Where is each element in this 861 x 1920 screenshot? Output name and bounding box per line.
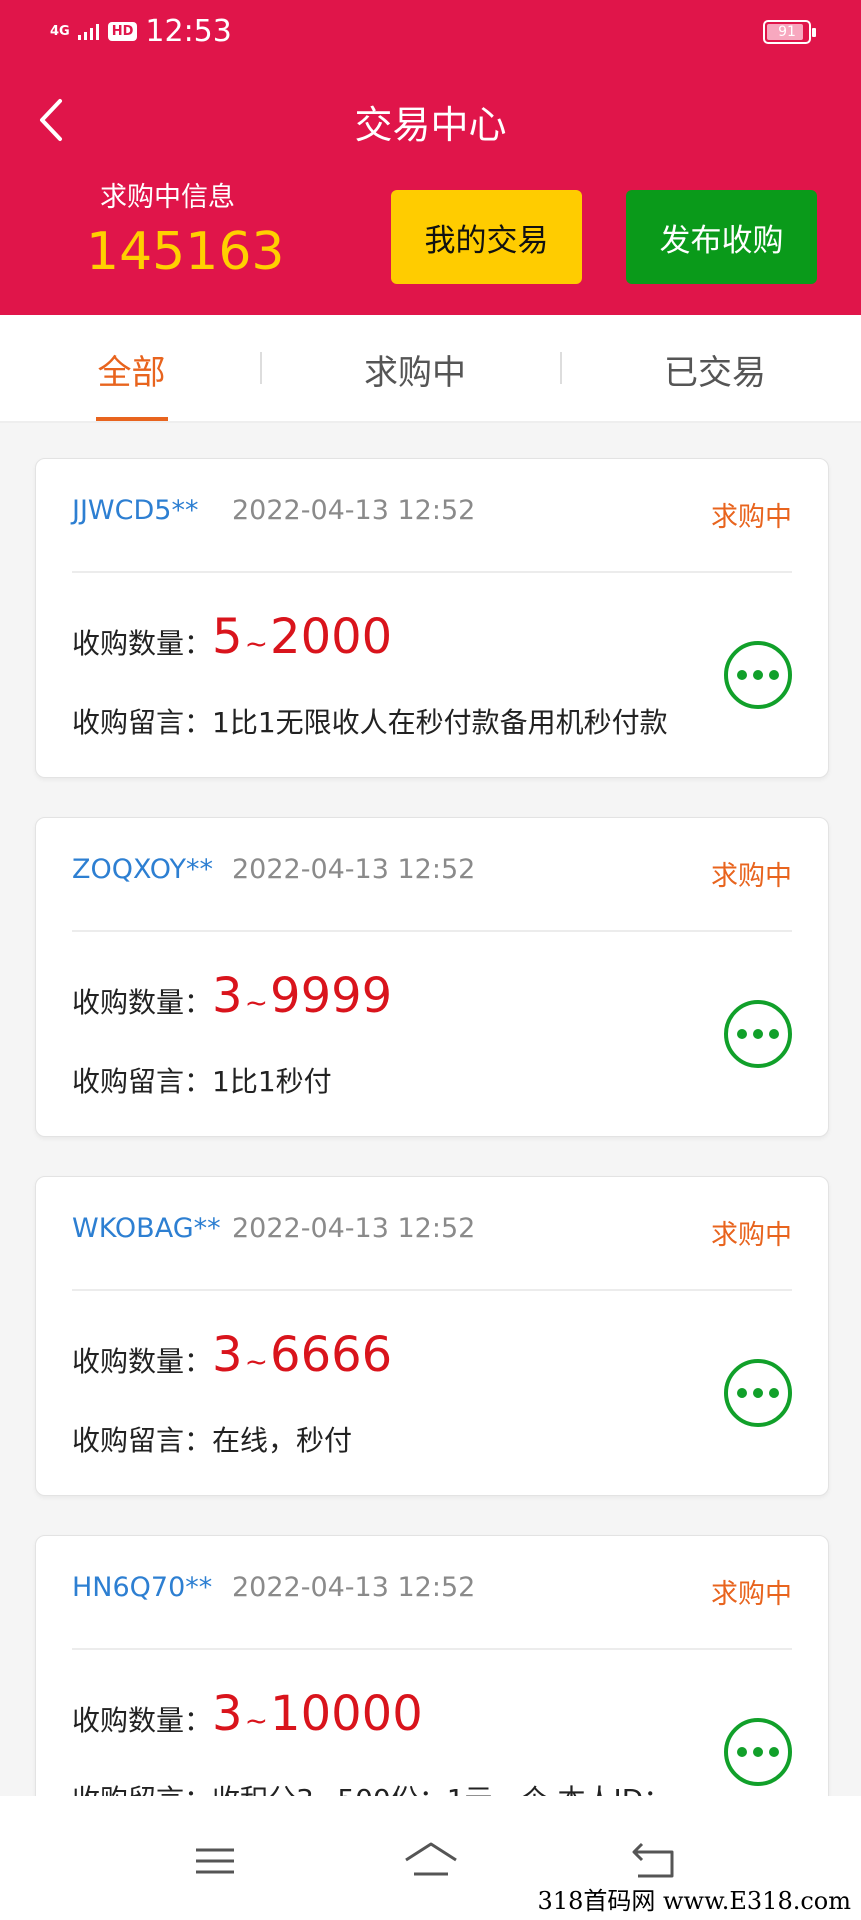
message-text: 在线，秒付 <box>212 1424 353 1457</box>
status-badge: 求购中 <box>711 1579 792 1610</box>
qty-max: 10000 <box>270 1686 423 1742</box>
menu-icon[interactable] <box>180 1836 250 1886</box>
publish-buy-button[interactable]: 发布收购 <box>626 190 817 284</box>
tab-bar: 全部 求购中 已交易 <box>0 315 861 423</box>
message-label: 收购留言： <box>72 1065 213 1098</box>
qty-min: 5 <box>212 609 243 665</box>
more-options-icon[interactable] <box>724 1718 792 1786</box>
battery-icon: 91 <box>763 20 816 44</box>
trade-list[interactable]: JJWCD5** 2022-04-13 12:52 求购中 收购数量： 5 ~ … <box>0 423 861 1796</box>
buy-info-count: 145163 <box>86 222 285 282</box>
message-label: 收购留言： <box>72 1783 212 1796</box>
buyer-id: HN6Q70** <box>72 1572 213 1603</box>
page-title: 交易中心 <box>354 103 507 147</box>
range-tilde: ~ <box>244 1704 269 1737</box>
qty-max: 2000 <box>270 609 393 665</box>
post-time: 2022-04-13 12:52 <box>232 1572 476 1603</box>
tab-traded[interactable]: 已交易 <box>620 315 810 423</box>
more-options-icon[interactable] <box>724 1000 792 1068</box>
tab-label: 全部 <box>97 352 166 393</box>
trade-card[interactable]: ZOQXOY** 2022-04-13 12:52 求购中 收购数量： 3 ~ … <box>35 817 829 1137</box>
buyer-id: JJWCD5** <box>72 495 199 526</box>
hd-badge: HD <box>107 22 138 41</box>
signal-icon <box>77 23 99 40</box>
trade-card[interactable]: WKOBAG** 2022-04-13 12:52 求购中 收购数量： 3 ~ … <box>35 1176 829 1496</box>
buyer-id: ZOQXOY** <box>72 854 214 885</box>
card-divider <box>72 1648 792 1650</box>
buyer-id: WKOBAG** <box>72 1213 221 1244</box>
buy-info-label: 求购中信息 <box>100 182 235 213</box>
tab-label: 求购中 <box>364 352 466 393</box>
card-divider <box>72 571 792 573</box>
range-tilde: ~ <box>244 627 269 660</box>
qty-label: 收购数量： <box>72 1345 213 1378</box>
tab-buying[interactable]: 求购中 <box>320 315 510 423</box>
qty-label: 收购数量： <box>72 986 213 1019</box>
message-label: 收购留言： <box>72 1424 213 1457</box>
status-badge: 求购中 <box>711 502 792 533</box>
card-divider <box>72 930 792 932</box>
post-time: 2022-04-13 12:52 <box>232 1213 476 1244</box>
active-tab-indicator <box>95 417 168 421</box>
my-trades-button[interactable]: 我的交易 <box>391 190 582 284</box>
back-icon[interactable] <box>620 1836 690 1886</box>
message-label: 收购留言： <box>72 706 213 739</box>
range-tilde: ~ <box>244 986 269 1019</box>
tab-all[interactable]: 全部 <box>40 315 223 423</box>
post-time: 2022-04-13 12:52 <box>232 495 476 526</box>
home-icon[interactable] <box>396 1836 466 1886</box>
post-time: 2022-04-13 12:52 <box>232 854 476 885</box>
qty-max: 9999 <box>270 968 393 1024</box>
message-text: 1比1秒付 <box>212 1065 332 1098</box>
trade-card[interactable]: HN6Q70** 2022-04-13 12:52 求购中 收购数量： 3 ~ … <box>35 1535 829 1796</box>
tab-label: 已交易 <box>664 352 766 393</box>
battery-level: 91 <box>778 24 796 40</box>
system-nav-bar: 318首码网 www.E318.com <box>0 1796 861 1920</box>
status-badge: 求购中 <box>711 861 792 892</box>
qty-min: 3 <box>212 968 243 1024</box>
header: 4G HD 12:53 91 交易中心 求购中信息 145163 我的交易 发布… <box>0 0 861 315</box>
status-bar: 4G HD 12:53 91 <box>0 0 861 66</box>
clock: 12:53 <box>145 14 232 49</box>
trade-card[interactable]: JJWCD5** 2022-04-13 12:52 求购中 收购数量： 5 ~ … <box>35 458 829 778</box>
message-text: 收积分3~500份：1元一个 本人ID： <box>212 1783 671 1796</box>
range-tilde: ~ <box>244 1345 269 1378</box>
qty-min: 3 <box>212 1686 243 1742</box>
tab-divider <box>260 352 262 384</box>
more-options-icon[interactable] <box>724 1359 792 1427</box>
qty-min: 3 <box>212 1327 243 1383</box>
status-badge: 求购中 <box>711 1220 792 1251</box>
qty-label: 收购数量： <box>72 1704 213 1737</box>
network-indicator: 4G <box>50 24 70 39</box>
more-options-icon[interactable] <box>724 641 792 709</box>
card-divider <box>72 1289 792 1291</box>
watermark: 318首码网 www.E318.com <box>537 1887 851 1915</box>
tab-divider <box>560 352 562 384</box>
message-text: 1比1无限收人在秒付款备用机秒付款 <box>212 706 668 739</box>
qty-max: 6666 <box>270 1327 393 1383</box>
qty-label: 收购数量： <box>72 627 213 660</box>
